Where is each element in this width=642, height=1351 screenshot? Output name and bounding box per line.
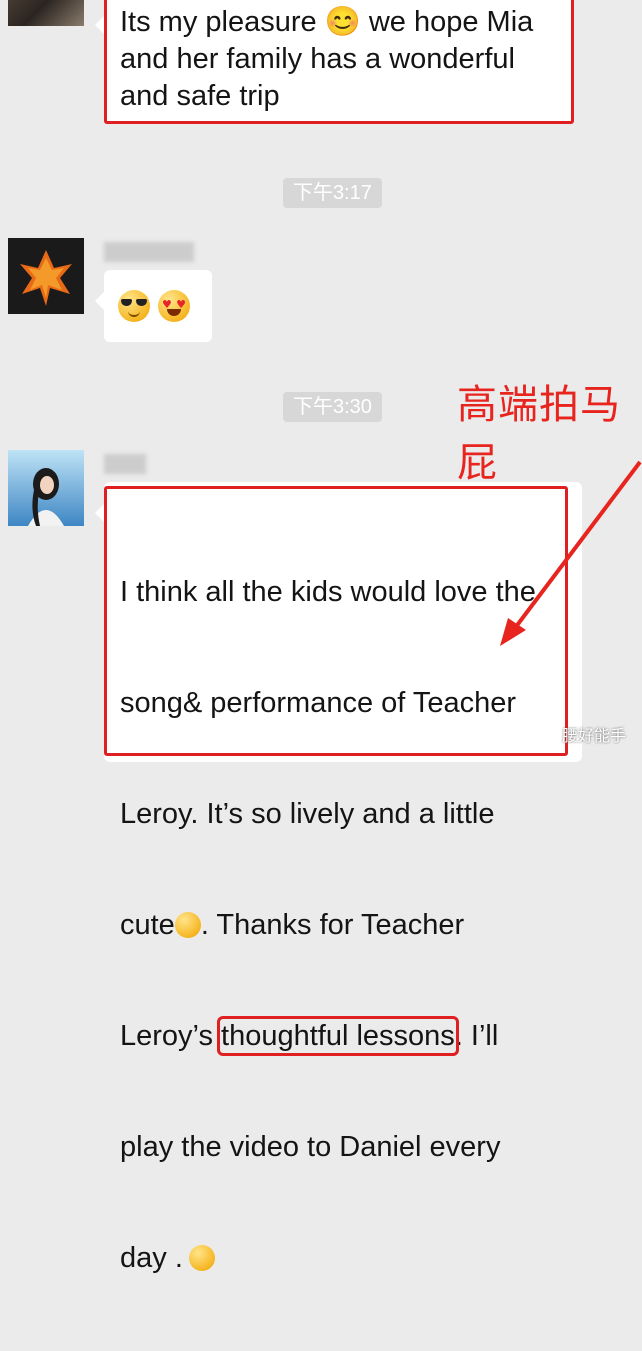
sunglasses-emoji-icon bbox=[118, 290, 150, 322]
thinking-emoji-icon bbox=[174, 912, 201, 938]
timestamp-2: 下午3:30 bbox=[283, 392, 382, 422]
message-3-line-5a: Leroy’s bbox=[120, 1020, 222, 1052]
annotation-label: 高端拍马屁 bbox=[457, 382, 621, 486]
sender-name-blurred-2 bbox=[104, 454, 146, 474]
highlight-box-message-1 bbox=[104, 0, 574, 124]
message-3-line-5: Leroy’s thoughtful lessons. I’ll bbox=[120, 1016, 580, 1056]
message-3-line-3: Leroy. It’s so lively and a little bbox=[120, 798, 495, 830]
message-3-line-4a: cute bbox=[120, 909, 175, 941]
message-3-line-7: day . bbox=[120, 1240, 580, 1277]
avatar-girl[interactable] bbox=[8, 450, 84, 526]
girl-avatar-image bbox=[8, 450, 84, 526]
avatar-top[interactable] bbox=[8, 0, 84, 26]
avatar-leaf[interactable] bbox=[8, 238, 84, 314]
sender-name-blurred-1 bbox=[104, 242, 194, 262]
message-3-line-6: play the video to Daniel every bbox=[120, 1131, 501, 1163]
smile-emoji-icon bbox=[188, 1245, 215, 1271]
message-bubble-2[interactable]: ♥ ♥ 😎😍 bbox=[95, 270, 212, 342]
watermark: 腰好能手 bbox=[562, 726, 627, 745]
message-3-line-7-text: day . bbox=[120, 1242, 183, 1274]
timestamp-1: 下午3:17 bbox=[283, 178, 382, 208]
leaf-avatar-image bbox=[8, 238, 84, 314]
highlighted-phrase: thoughtful lessons bbox=[217, 1016, 459, 1056]
message-3-line-5b: . I’ll bbox=[454, 1020, 499, 1052]
message-3-line-4: cute . Thanks for Teacher bbox=[120, 907, 580, 944]
heart-eyes-emoji-icon: ♥ ♥ bbox=[158, 290, 190, 322]
highlight-box-message-3 bbox=[104, 486, 568, 756]
message-3-line-4b: . Thanks for Teacher bbox=[200, 909, 465, 941]
